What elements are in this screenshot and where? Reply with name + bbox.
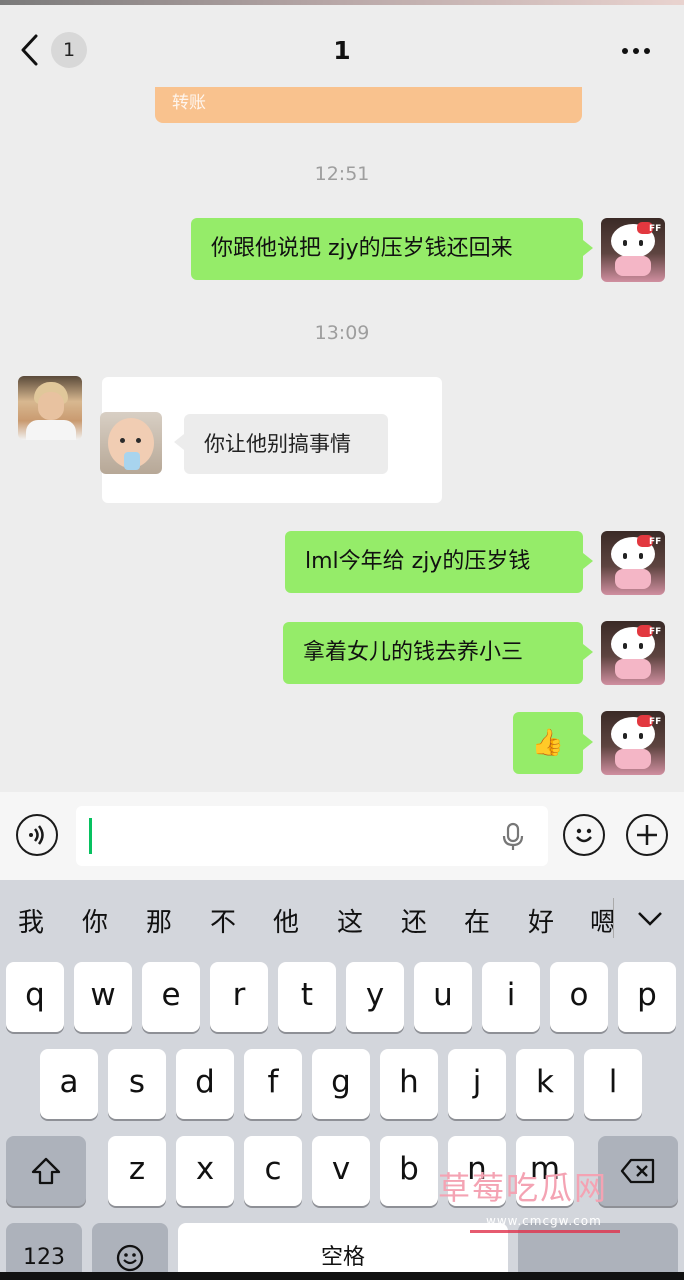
- key-f[interactable]: f: [244, 1049, 302, 1119]
- key-i[interactable]: i: [482, 962, 540, 1032]
- sent-message[interactable]: 你跟他说把 zjy的压岁钱还回来: [191, 218, 593, 280]
- emoji-icon: [116, 1244, 144, 1272]
- watermark-text: 草莓吃瓜网: [438, 1169, 609, 1207]
- transfer-card[interactable]: 转账: [155, 87, 582, 123]
- thumbs-up-message[interactable]: 👍: [513, 712, 593, 774]
- voice-icon: [29, 825, 44, 845]
- keyboard: 我 你 那 不 他 这 还 在 好 嗯 q w e r t y u i o p …: [0, 880, 684, 1280]
- delete-key[interactable]: [598, 1136, 678, 1206]
- key-g[interactable]: g: [312, 1049, 370, 1119]
- candidate[interactable]: 不: [210, 902, 236, 939]
- candidate[interactable]: 那: [146, 902, 172, 939]
- candidate-bar: 我 你 那 不 他 这 还 在 好 嗯: [0, 880, 684, 960]
- candidate[interactable]: 在: [464, 902, 490, 939]
- more-dots-icon: [622, 48, 628, 54]
- chat-title: 1: [333, 36, 351, 65]
- contact-avatar[interactable]: [18, 376, 82, 440]
- key-y[interactable]: y: [346, 962, 404, 1032]
- chat-header: 1 1: [0, 5, 684, 87]
- my-avatar[interactable]: FF: [601, 218, 665, 282]
- timestamp: 12:51: [314, 163, 370, 185]
- shift-key[interactable]: [6, 1136, 86, 1206]
- message-input[interactable]: [76, 806, 548, 866]
- chevron-left-icon: [21, 34, 38, 66]
- input-bar: [0, 792, 684, 880]
- key-c[interactable]: c: [244, 1136, 302, 1206]
- text-caret: [89, 818, 92, 854]
- baby-avatar: [100, 412, 162, 474]
- key-q[interactable]: q: [6, 962, 64, 1032]
- candidate[interactable]: 他: [273, 902, 299, 939]
- shift-icon: [31, 1157, 61, 1185]
- key-j[interactable]: j: [448, 1049, 506, 1119]
- candidate[interactable]: 这: [337, 902, 363, 939]
- candidate[interactable]: 我: [18, 902, 44, 939]
- plus-button[interactable]: [626, 814, 668, 856]
- key-o[interactable]: o: [550, 962, 608, 1032]
- my-avatar[interactable]: FF: [601, 621, 665, 685]
- plus-icon: [637, 825, 657, 845]
- sent-message[interactable]: 拿着女儿的钱去养小三: [283, 622, 593, 684]
- emoji-button[interactable]: [563, 814, 605, 856]
- key-p[interactable]: p: [618, 962, 676, 1032]
- voice-button[interactable]: [16, 814, 58, 856]
- key-l[interactable]: l: [584, 1049, 642, 1119]
- key-b[interactable]: b: [380, 1136, 438, 1206]
- key-t[interactable]: t: [278, 962, 336, 1032]
- candidate[interactable]: 你: [82, 902, 108, 939]
- transfer-label: 转账: [172, 93, 206, 113]
- watermark-url: www.cmcgw.com: [486, 1214, 602, 1228]
- key-u[interactable]: u: [414, 962, 472, 1032]
- chevron-down-icon[interactable]: [636, 910, 664, 928]
- mic-icon[interactable]: [502, 822, 524, 852]
- quoted-message: 你让他别搞事情: [174, 414, 388, 474]
- watermark-underline: [470, 1230, 620, 1233]
- bottom-edge: [0, 1272, 684, 1280]
- more-button[interactable]: [622, 45, 662, 57]
- sent-message[interactable]: lml今年给 zjy的压岁钱: [285, 531, 593, 593]
- emoji-icon: [576, 828, 592, 843]
- key-d[interactable]: d: [176, 1049, 234, 1119]
- timestamp: 13:09: [314, 322, 370, 344]
- my-avatar[interactable]: FF: [601, 711, 665, 775]
- key-a[interactable]: a: [40, 1049, 98, 1119]
- key-v[interactable]: v: [312, 1136, 370, 1206]
- key-e[interactable]: e: [142, 962, 200, 1032]
- my-avatar[interactable]: FF: [601, 531, 665, 595]
- key-s[interactable]: s: [108, 1049, 166, 1119]
- candidate[interactable]: 还: [401, 902, 427, 939]
- backspace-icon: [620, 1158, 655, 1184]
- key-z[interactable]: z: [108, 1136, 166, 1206]
- key-w[interactable]: w: [74, 962, 132, 1032]
- candidate[interactable]: 嗯: [590, 902, 613, 939]
- unread-badge[interactable]: 1: [51, 32, 87, 68]
- key-k[interactable]: k: [516, 1049, 574, 1119]
- back-button[interactable]: [18, 33, 54, 73]
- key-x[interactable]: x: [176, 1136, 234, 1206]
- key-r[interactable]: r: [210, 962, 268, 1032]
- candidate[interactable]: 好: [528, 902, 554, 939]
- key-h[interactable]: h: [380, 1049, 438, 1119]
